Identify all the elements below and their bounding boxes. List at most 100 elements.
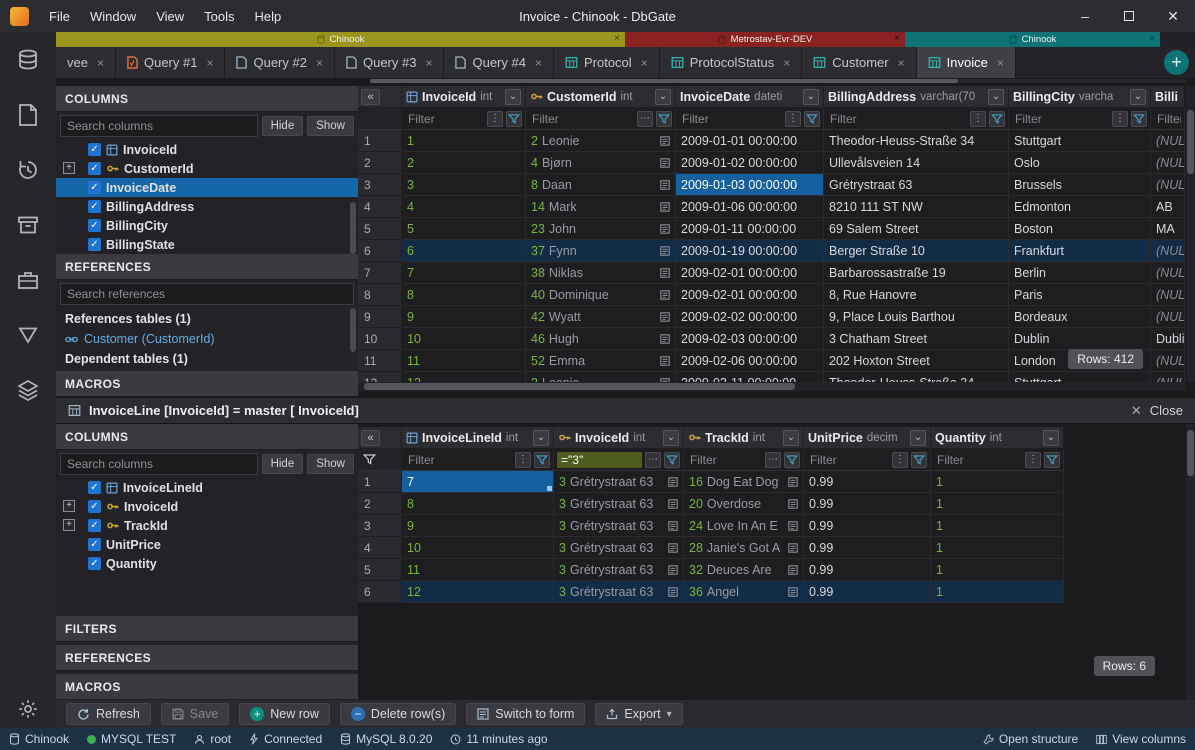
cell-billingaddress[interactable]: 3 Chatham Street <box>824 328 1009 350</box>
tab-query-3[interactable]: Query #3× <box>335 47 445 78</box>
panel-scrollbar[interactable] <box>350 308 356 352</box>
open-detail-icon[interactable] <box>668 565 678 575</box>
column-header-invoicelineid[interactable]: InvoiceLineIdint⌄ <box>402 427 554 449</box>
search-columns-input[interactable] <box>60 453 258 475</box>
row-number[interactable]: 1 <box>358 130 402 152</box>
open-detail-icon[interactable] <box>668 587 678 597</box>
tab-query-2[interactable]: Query #2× <box>225 47 335 78</box>
checkbox-checked[interactable]: ✓ <box>88 481 101 494</box>
funnel-icon[interactable] <box>784 452 800 468</box>
expand-icon[interactable]: + <box>63 162 75 174</box>
cell-invoiceid[interactable]: 2 <box>402 152 526 174</box>
chevron-down-icon[interactable]: ⌄ <box>1130 89 1146 105</box>
funnel-icon[interactable] <box>664 452 680 468</box>
status-database[interactable]: MYSQL TEST <box>87 732 176 746</box>
cell-customerid[interactable]: 40Dominique <box>526 284 676 306</box>
column-header-billingcity[interactable]: BillingCityvarcha⌄ <box>1009 86 1151 108</box>
open-detail-icon[interactable] <box>660 136 670 146</box>
cell-invoicedate[interactable]: 2009-02-03 00:00:00 <box>676 328 824 350</box>
cell-invoicedate[interactable]: 2009-01-06 00:00:00 <box>676 196 824 218</box>
filter-input[interactable]: Filter <box>679 112 782 126</box>
cell-billingstate[interactable]: (NULL) <box>1151 174 1185 196</box>
cell-invoicedate[interactable]: 2009-02-01 00:00:00 <box>676 262 824 284</box>
cell-invoiceid[interactable]: 7 <box>402 262 526 284</box>
filter-cell-billingaddress[interactable]: Filter⋮ <box>824 108 1009 130</box>
cell-billingstate[interactable]: MA <box>1151 218 1185 240</box>
cell-billingcity[interactable]: Berlin <box>1009 262 1151 284</box>
refresh-button[interactable]: Refresh <box>66 703 151 725</box>
cell-customerid[interactable]: 4Bjørn <box>526 152 676 174</box>
checkbox-checked[interactable]: ✓ <box>88 238 101 251</box>
column-header-customerid[interactable]: CustomerIdint⌄ <box>526 86 676 108</box>
cell-billingstate[interactable]: (NULL) <box>1151 130 1185 152</box>
cell-billingaddress[interactable]: Berger Straße 10 <box>824 240 1009 262</box>
cell-customerid[interactable]: 52Emma <box>526 350 676 372</box>
cell-invoicelineid[interactable]: 9 <box>402 515 554 537</box>
expand-icon[interactable]: + <box>63 500 75 512</box>
open-detail-icon[interactable] <box>668 477 678 487</box>
cell-billingstate[interactable]: (NULL) <box>1151 284 1185 306</box>
open-structure-button[interactable]: Open structure <box>983 732 1078 746</box>
row-number[interactable]: 2 <box>358 493 402 515</box>
filter-input[interactable]: Filter <box>827 112 967 126</box>
save-button[interactable]: Save <box>161 703 230 725</box>
filter-cell-invoiceid[interactable]: ="3"⋯ <box>554 449 684 471</box>
row-number[interactable]: 6 <box>358 240 402 262</box>
cell-billingaddress[interactable]: Theodor-Heuss-Straße 34 <box>824 372 1009 382</box>
column-item-invoicelineid[interactable]: ✓InvoiceLineId <box>56 478 358 497</box>
cell-billingstate[interactable]: Dublin <box>1151 328 1185 350</box>
menu-file[interactable]: File <box>39 4 80 29</box>
cell-invoicelineid[interactable]: 11 <box>402 559 554 581</box>
cell-billingaddress[interactable]: 202 Hoxton Street <box>824 350 1009 372</box>
cell-billingaddress[interactable]: Grétrystraat 63 <box>824 174 1009 196</box>
cell-invoicedate[interactable]: 2009-01-19 00:00:00 <box>676 240 824 262</box>
column-header-trackid[interactable]: TrackIdint⌄ <box>684 427 804 449</box>
cell-invoicedate[interactable]: 2009-01-11 00:00:00 <box>676 218 824 240</box>
tab-invoice[interactable]: Invoice× <box>917 47 1016 78</box>
chevron-down-icon[interactable]: ⌄ <box>505 89 521 105</box>
chevron-down-icon[interactable]: ⌄ <box>663 430 679 446</box>
column-item-customerid[interactable]: +✓CustomerId <box>56 159 358 178</box>
cell-quantity[interactable]: 1 <box>931 559 1064 581</box>
filter-cell-billingcity[interactable]: Filter⋮ <box>1009 108 1151 130</box>
row-number[interactable]: 3 <box>358 515 402 537</box>
cell-billingaddress[interactable]: 9, Place Louis Barthou <box>824 306 1009 328</box>
open-detail-icon[interactable] <box>660 334 670 344</box>
cell-billingaddress[interactable]: 8210 111 ST NW <box>824 196 1009 218</box>
cell-customerid[interactable]: 2Leonie <box>526 130 676 152</box>
cell-billingcity[interactable]: Paris <box>1009 284 1151 306</box>
row-number[interactable]: 4 <box>358 196 402 218</box>
close-icon[interactable]: × <box>898 56 905 70</box>
tab-protocolstatus[interactable]: ProtocolStatus× <box>660 47 803 78</box>
cell-invoiceid[interactable]: 3 <box>402 174 526 196</box>
scrollbar-thumb[interactable] <box>1187 430 1194 476</box>
cell-billingcity[interactable]: Stuttgart <box>1009 372 1151 382</box>
close-icon[interactable]: × <box>97 56 104 70</box>
funnel-icon[interactable] <box>656 111 672 127</box>
row-number[interactable]: 1 <box>358 471 402 493</box>
column-header-billi[interactable]: Billi <box>1151 86 1185 108</box>
tab-vee[interactable]: vee× <box>56 47 116 78</box>
cell-invoiceid[interactable]: 3Grétrystraat 63 <box>554 581 684 603</box>
chevron-down-icon[interactable]: ⌄ <box>910 430 926 446</box>
cell-invoiceid[interactable]: 3Grétrystraat 63 <box>554 537 684 559</box>
tab-query-1[interactable]: Query #1× <box>116 47 226 78</box>
open-detail-icon[interactable] <box>788 587 798 597</box>
close-icon[interactable]: × <box>894 33 900 44</box>
row-number[interactable]: 12 <box>358 372 402 382</box>
macros-section-header[interactable]: MACROS <box>56 371 358 397</box>
cell-invoiceid[interactable]: 3Grétrystraat 63 <box>554 515 684 537</box>
close-icon[interactable]: × <box>997 56 1004 70</box>
cell-invoicedate[interactable]: 2009-02-06 00:00:00 <box>676 350 824 372</box>
cell-invoicedate[interactable]: 2009-02-01 00:00:00 <box>676 284 824 306</box>
cell-invoiceid[interactable]: 12 <box>402 372 526 382</box>
cell-trackid[interactable]: 24Love In An E <box>684 515 804 537</box>
open-detail-icon[interactable] <box>660 202 670 212</box>
cell-unitprice[interactable]: 0.99 <box>804 515 931 537</box>
open-detail-icon[interactable] <box>660 180 670 190</box>
switch-to-form-button[interactable]: Switch to form <box>466 703 585 725</box>
cell-quantity[interactable]: 1 <box>931 471 1064 493</box>
row-number[interactable]: 6 <box>358 581 402 603</box>
cell-invoiceid[interactable]: 3Grétrystraat 63 <box>554 493 684 515</box>
clear-filters-button[interactable] <box>358 449 402 471</box>
